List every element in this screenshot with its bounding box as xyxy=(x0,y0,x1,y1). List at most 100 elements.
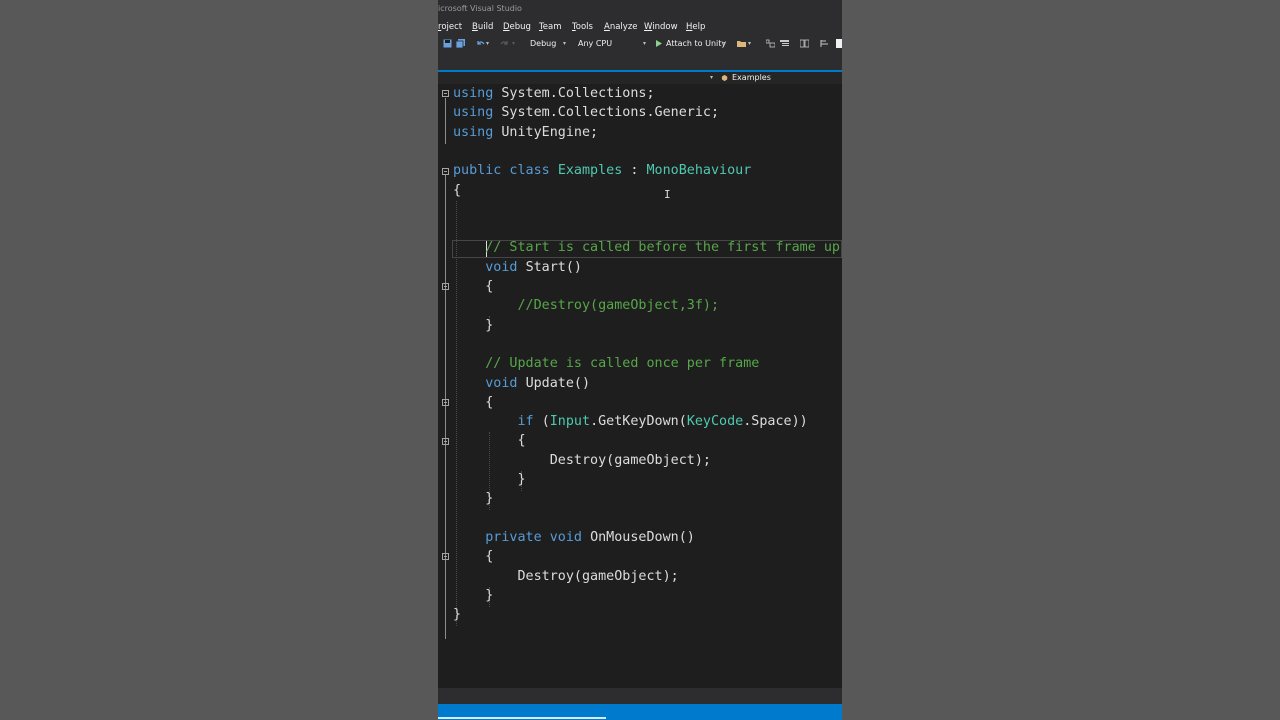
chevron-down-icon: ▾ xyxy=(642,40,646,47)
collapse-icon[interactable] xyxy=(442,553,449,560)
code-line: void Start() xyxy=(453,258,582,277)
collapse-icon[interactable] xyxy=(442,438,449,445)
horizontal-scrollbar[interactable] xyxy=(438,688,842,704)
menu-project[interactable]: roject xyxy=(438,22,462,32)
window-title: icrosoft Visual Studio xyxy=(438,4,522,13)
code-token: void xyxy=(453,259,526,275)
code-line: } xyxy=(453,605,461,624)
menu-team[interactable]: Team xyxy=(539,22,561,32)
menu-help[interactable]: Help xyxy=(686,22,705,32)
code-token: Examples xyxy=(557,163,623,179)
code-token: UnityEngine; xyxy=(493,124,599,140)
collapse-icon[interactable] xyxy=(442,168,449,175)
menu-window[interactable]: Window xyxy=(644,22,678,32)
code-line: private void OnMouseDown() xyxy=(453,528,695,547)
undo-dropdown-icon[interactable]: ▾ xyxy=(486,36,489,52)
code-token: } xyxy=(453,607,462,623)
code-token: .Space)) xyxy=(743,414,808,430)
redo-icon[interactable] xyxy=(500,39,509,48)
configuration-select[interactable]: Debug ▾ xyxy=(526,37,570,51)
status-progress xyxy=(438,717,606,719)
folder-icon[interactable] xyxy=(737,39,746,48)
code-line: } xyxy=(453,316,493,335)
platform-select[interactable]: Any CPU ▾ xyxy=(574,37,650,51)
menu-bar: roject Build Debug Team Tools Analyze Wi… xyxy=(438,18,842,36)
platform-value: Any CPU xyxy=(578,39,613,48)
code-token: } xyxy=(453,491,494,507)
folder-dropdown-icon[interactable]: ▾ xyxy=(748,36,751,52)
code-token: Destroy(gameObject); xyxy=(453,568,679,584)
code-token: : xyxy=(622,163,647,179)
menu-debug[interactable]: Debug xyxy=(503,22,531,32)
menu-analyze[interactable]: Analyze xyxy=(604,22,638,32)
toolbar-misc-icon[interactable] xyxy=(800,39,809,48)
code-token: OnMouseDown() xyxy=(590,529,695,545)
code-token: Input xyxy=(549,414,591,430)
collapse-icon[interactable] xyxy=(442,90,449,97)
code-line: } xyxy=(453,470,525,489)
code-line: { xyxy=(453,393,493,412)
code-token: public class xyxy=(453,163,558,179)
code-editor[interactable]: using System.Collections; using System.Co… xyxy=(438,84,842,688)
title-bar: icrosoft Visual Studio xyxy=(438,0,842,18)
code-token: { xyxy=(453,433,526,449)
code-token: System.Collections.Generic; xyxy=(493,105,720,121)
code-token: void xyxy=(453,375,526,391)
toolbar-misc-icon[interactable] xyxy=(766,39,775,48)
chevron-down-icon: ▾ xyxy=(562,40,566,47)
class-icon xyxy=(721,74,728,82)
outline-bar xyxy=(445,98,446,144)
code-line: // Start is called before the first fram… xyxy=(453,238,840,257)
code-line: { xyxy=(453,547,493,566)
collapse-icon[interactable] xyxy=(442,399,449,406)
code-token: // Update is called once per frame xyxy=(453,356,760,372)
navbar-class-name[interactable]: Examples xyxy=(732,72,771,84)
code-line: //Destroy(gameObject,3f); xyxy=(453,296,719,315)
code-token: using xyxy=(453,124,494,140)
menu-tools[interactable]: Tools xyxy=(572,22,593,32)
attach-to-unity-button[interactable]: Attach to Unity xyxy=(666,36,726,52)
toolbar-strip xyxy=(438,52,842,70)
code-token: Collections; xyxy=(557,86,655,101)
code-token: Destroy(gameObject); xyxy=(453,452,711,468)
code-token: . xyxy=(549,86,558,101)
code-token: // Start is called before the first fram… xyxy=(453,240,840,256)
attach-dropdown-icon[interactable]: ▾ xyxy=(723,36,726,52)
code-token: ( xyxy=(541,414,550,430)
navbar-dropdown-icon[interactable]: ▾ xyxy=(710,72,713,84)
toolbar-misc-icon[interactable] xyxy=(820,39,829,48)
save-all-icon[interactable] xyxy=(456,39,465,48)
code-token: Start() xyxy=(525,259,582,275)
navigation-bar: ▾ Examples xyxy=(438,72,842,84)
toolbar-misc-icon[interactable] xyxy=(836,39,842,48)
code-token: { xyxy=(453,394,494,410)
code-token: Update() xyxy=(525,375,591,391)
code-line: using UnityEngine; xyxy=(453,123,598,142)
code-token: { xyxy=(453,549,494,565)
code-token: KeyCode xyxy=(686,414,744,430)
undo-icon[interactable] xyxy=(476,39,485,48)
code-line: } xyxy=(453,586,493,605)
code-line: Destroy(gameObject); xyxy=(453,567,679,586)
code-token: { xyxy=(453,279,494,294)
redo-dropdown-icon[interactable]: ▾ xyxy=(512,36,515,52)
code-token: if xyxy=(453,414,542,430)
code-line: } xyxy=(453,489,493,508)
code-token: } xyxy=(453,317,494,333)
code-token: MonoBehaviour xyxy=(646,163,752,179)
collapse-icon[interactable] xyxy=(442,283,449,290)
ibeam-cursor-icon: I xyxy=(664,188,671,201)
play-icon[interactable] xyxy=(654,39,663,48)
code-line: using System.Collections; xyxy=(453,84,655,103)
menu-build[interactable]: Build xyxy=(472,22,493,32)
code-token: //Destroy(gameObject,3f); xyxy=(453,298,720,314)
outline-bar xyxy=(445,175,446,639)
code-token: using xyxy=(453,86,494,101)
save-icon[interactable] xyxy=(443,39,452,48)
toolbar-misc-icon[interactable] xyxy=(780,39,789,48)
code-line: // Update is called once per frame xyxy=(453,354,759,373)
code-token: using xyxy=(453,105,494,121)
code-token: } xyxy=(453,587,494,603)
standard-toolbar: ▾ ▾ Debug ▾ Any CPU ▾ Attach to Unity ▾ … xyxy=(438,36,842,52)
status-bar xyxy=(438,704,842,720)
